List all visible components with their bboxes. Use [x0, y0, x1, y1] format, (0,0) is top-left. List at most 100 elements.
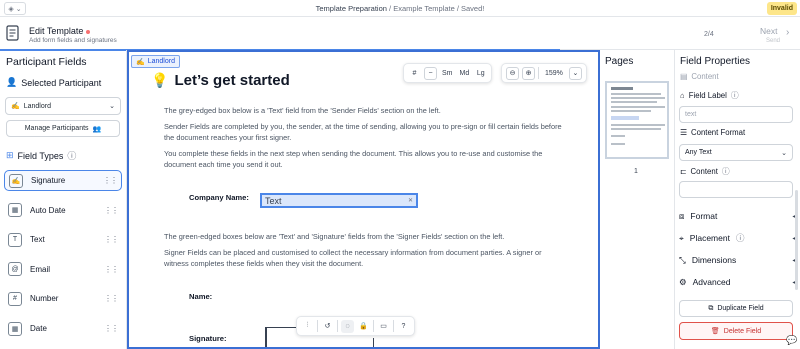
name-label: Name: [189, 292, 213, 301]
thumb-line [611, 124, 665, 126]
panel-scrollbar[interactable] [795, 190, 798, 290]
chevron-down-icon: ⌄ [109, 103, 115, 110]
placement-icon: ⌖ [679, 232, 684, 243]
drag-handle-icon[interactable]: ⋮⋮ [104, 206, 119, 215]
content-section-header[interactable]: ▤ Content [680, 72, 719, 81]
drag-handle-icon[interactable]: ⋮⋮ [104, 324, 119, 333]
field-toolbar: ⫶ ↺ ◌ 🔒 ▭ ? [296, 316, 415, 336]
adjust-icon[interactable]: ⫶ [301, 320, 314, 333]
content-heading: ⊏ Content ⓘ [680, 166, 730, 177]
grid-toggle-icon[interactable]: # [408, 67, 421, 80]
minus-size-button[interactable]: − [424, 66, 437, 80]
info-icon[interactable]: ⓘ [722, 166, 730, 177]
field-type-text[interactable]: T Text ⋮⋮ [4, 229, 122, 250]
doc-paragraph: You complete these fields in the next st… [164, 149, 543, 169]
zoom-in-icon[interactable]: ⊕ [522, 66, 535, 80]
content-label: Content [690, 167, 718, 176]
next-button[interactable]: Next [760, 26, 777, 36]
field-type-label: Date [30, 324, 47, 333]
text-icon: T [8, 232, 22, 247]
hash-icon: # [8, 291, 22, 306]
zoom-controls: ⊖ ⊕ 159% ⌄ [501, 63, 587, 83]
drag-handle-icon[interactable]: ⋮⋮ [104, 235, 119, 244]
selected-participant-heading: 👤 Selected Participant [6, 77, 101, 88]
zoom-level[interactable]: 159% [542, 67, 566, 80]
content-format-select[interactable]: Any Text ⌄ [679, 144, 793, 161]
chevron-right-icon[interactable]: › [786, 27, 789, 38]
info-icon[interactable]: ⓘ [731, 90, 739, 101]
unsaved-dot [86, 29, 91, 34]
chat-icon[interactable]: 💬 [786, 335, 797, 346]
zoom-out-icon[interactable]: ⊖ [506, 66, 519, 80]
page-title-text: Edit Template [29, 26, 84, 36]
undo-icon[interactable]: ↺ [321, 320, 334, 333]
text-field[interactable]: Text ✕ [260, 193, 418, 208]
signature-field-outline[interactable] [265, 327, 267, 347]
breadcrumb-document: Example Template / Saved! [393, 4, 485, 13]
lock-icon[interactable]: 🔒 [357, 320, 370, 333]
doc-paragraph: The green-edged boxes below are 'Text' a… [164, 232, 505, 241]
participant-select[interactable]: ✍ Landlord ⌄ [5, 97, 121, 115]
field-type-label: Auto Date [30, 205, 66, 215]
grid-icon: ⊞ [6, 150, 14, 160]
breadcrumb-section: Template Preparation [315, 4, 387, 13]
field-type-signature[interactable]: ✍ Signature ⋮⋮ [4, 170, 122, 191]
content-section-label: Content [691, 72, 719, 81]
section-dimensions[interactable]: ⤡Dimensions◀ [679, 251, 797, 269]
size-sm-button[interactable]: Sm [440, 67, 455, 80]
thumb-line [611, 110, 651, 112]
thumb-line [611, 97, 665, 99]
drag-handle-icon[interactable]: ⋮⋮ [104, 294, 119, 303]
field-label-input[interactable]: text [679, 106, 793, 123]
participant-tag: ✍ Landlord [131, 55, 180, 68]
section-label: Format [690, 211, 718, 221]
close-icon[interactable]: ✕ [408, 197, 413, 204]
chevron-down-icon: ⌄ [781, 149, 787, 157]
field-type-date[interactable]: ▦ Date ⋮⋮ [4, 318, 122, 339]
chevron-down-icon[interactable]: ⌄ [568, 66, 582, 80]
section-advanced[interactable]: ⚙Advanced◀ [679, 273, 797, 291]
comment-icon[interactable]: ▭ [377, 320, 390, 333]
user-icon: 👤 [6, 77, 18, 87]
section-label: Dimensions [691, 255, 737, 265]
dimensions-icon: ⤡ [679, 254, 686, 265]
format-list-icon: ☰ [680, 128, 687, 137]
drag-handle-icon[interactable]: ⋮⋮ [103, 176, 118, 185]
field-type-number[interactable]: # Number ⋮⋮ [4, 288, 122, 309]
page-number[interactable]: 1 [631, 168, 641, 178]
thumb-line [611, 106, 665, 108]
duplicate-field-button[interactable]: ⧉ Duplicate Field [679, 300, 793, 317]
size-md-button[interactable]: Md [458, 67, 472, 80]
delete-field-button[interactable]: 🗑 Delete Field [679, 322, 793, 340]
document-canvas[interactable]: ✍ Landlord 💡 Let’s get started The grey-… [127, 50, 600, 349]
top-bar: ◈ ⌄ Template Preparation / Example Templ… [0, 0, 800, 17]
manage-participants-button[interactable]: Manage Participants 👥 [6, 120, 120, 137]
thumb-field [611, 116, 639, 120]
participant-tag-label: Landlord [147, 58, 175, 65]
section-format[interactable]: ⧈Format◀ [679, 207, 797, 225]
page-thumbnail[interactable] [605, 81, 669, 159]
toolbar-divider [337, 320, 338, 332]
breadcrumb: Template Preparation / Example Template … [0, 4, 800, 13]
content-icon: ⊏ [680, 167, 687, 176]
field-types-label: Field Types [17, 150, 64, 161]
field-type-label: Text [30, 235, 45, 245]
copy-icon: ⧉ [708, 304, 714, 312]
field-type-email[interactable]: @ Email ⋮⋮ [4, 259, 122, 280]
field-type-auto-date[interactable]: ▦ Auto Date ⋮⋮ [4, 200, 122, 221]
info-icon[interactable]: ⓘ [736, 232, 745, 244]
panel-title: Field Properties [680, 56, 751, 67]
section-placement[interactable]: ⌖Placementⓘ◀ [679, 229, 797, 247]
info-icon[interactable]: ⓘ [67, 149, 76, 162]
page-header: Edit Template Add form fields and signat… [0, 17, 800, 51]
drag-handle-icon[interactable]: ⋮⋮ [104, 265, 119, 274]
content-input[interactable] [679, 181, 793, 198]
status-badge[interactable]: Invalid [766, 2, 797, 15]
field-type-label: Number [30, 294, 59, 304]
page-title: Edit Template [29, 26, 91, 36]
help-icon[interactable]: ? [397, 320, 410, 333]
unlock-icon[interactable]: ◌ [341, 319, 354, 333]
calendar-icon: ▦ [8, 321, 22, 336]
size-lg-button[interactable]: Lg [474, 67, 487, 80]
content-format-heading: ☰ Content Format [680, 128, 745, 137]
